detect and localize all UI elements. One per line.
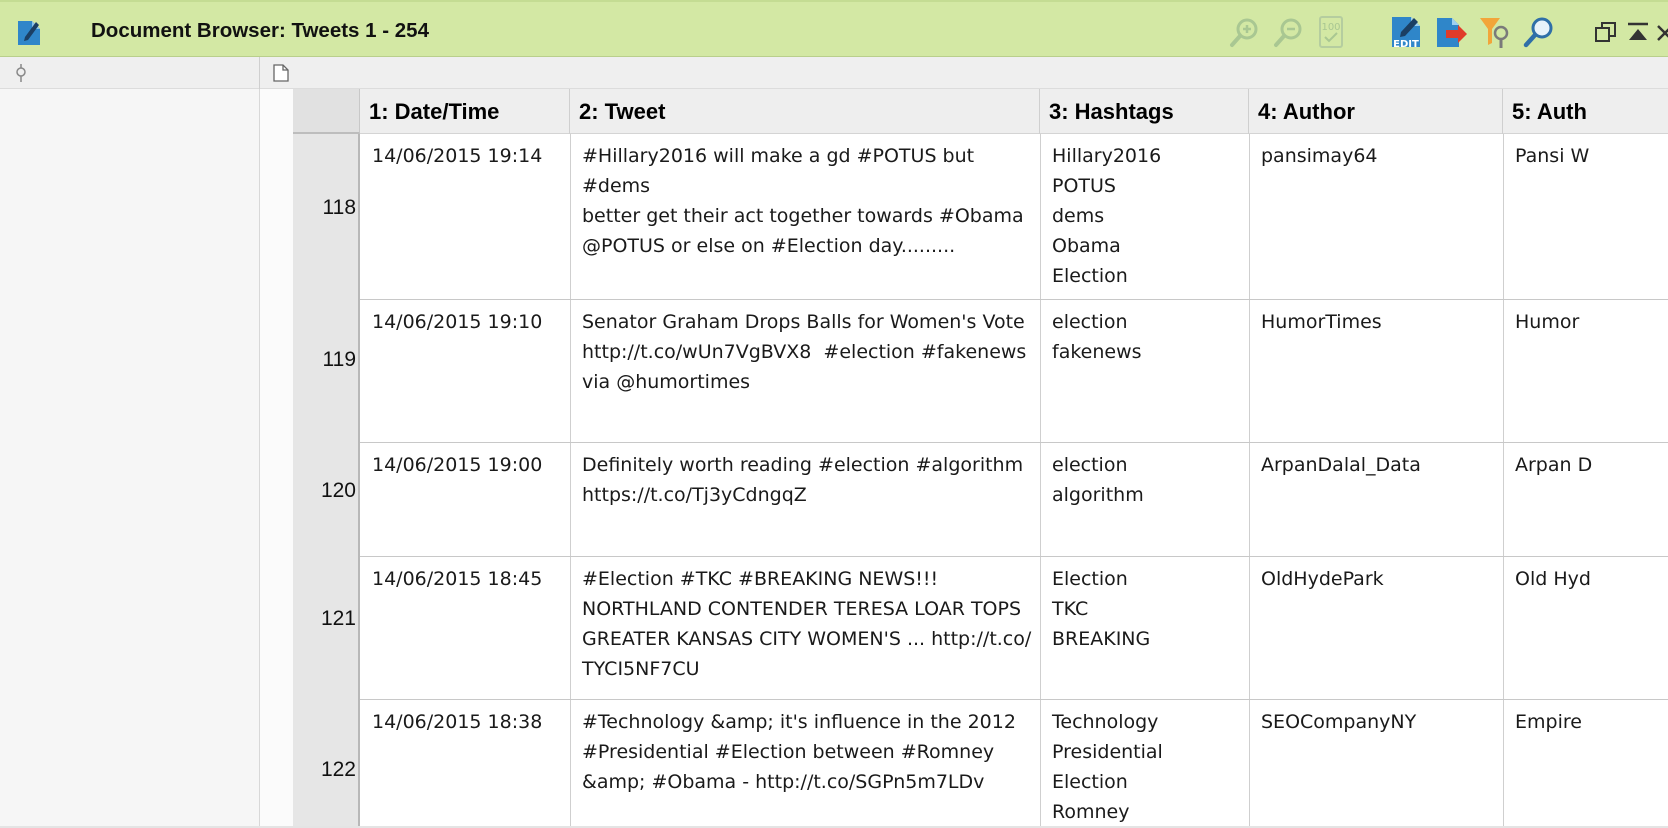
cell-author-text: ArpanDalal_Data [1261, 454, 1421, 476]
row-number[interactable]: 120 [293, 479, 358, 503]
cell-tweet-text: #Technology &amp; it's influence in the … [582, 711, 1016, 793]
collapse-icon[interactable] [1626, 20, 1650, 44]
window-title: Document Browser: Tweets 1 - 254 [91, 19, 429, 42]
table-cell-datetime[interactable]: 14/06/2015 18:45 [360, 557, 570, 699]
cell-author-text: SEOCompanyNY [1261, 711, 1417, 733]
navigator-strip [0, 57, 1668, 89]
table-cell-tweet[interactable]: Senator Graham Drops Balls for Women's V… [570, 300, 1040, 442]
hashtag: Election [1052, 771, 1128, 793]
hashtag: Obama [1052, 235, 1121, 257]
cell-datetime-text: 14/06/2015 19:14 [372, 145, 543, 167]
column-header-hashtags[interactable]: 3: Hashtags [1040, 89, 1249, 134]
close-icon[interactable] [1656, 20, 1668, 44]
cell-author-text: pansimay64 [1261, 145, 1378, 167]
column-header-author[interactable]: 4: Author [1249, 89, 1503, 134]
table-cell-author-name[interactable]: Arpan D [1503, 443, 1668, 556]
document-icon[interactable] [273, 64, 289, 82]
document-edit-icon [18, 21, 40, 45]
table-corner[interactable] [293, 89, 360, 134]
table-cell-author-name[interactable]: Empire [1503, 700, 1668, 828]
restore-window-icon[interactable] [1594, 20, 1618, 44]
search-icon[interactable] [1522, 15, 1556, 49]
cell-tweet-text: #Hillary2016 will make a gd #POTUS but #… [582, 145, 1024, 257]
column-header-author-name[interactable]: 5: Auth [1503, 89, 1668, 134]
cell-datetime-text: 14/06/2015 18:38 [372, 711, 543, 733]
cell-tweet-text: Definitely worth reading #election #algo… [582, 454, 1024, 506]
table-cell-tweet[interactable]: #Hillary2016 will make a gd #POTUS but #… [570, 134, 1040, 299]
hashtag: POTUS [1052, 175, 1116, 197]
zoom-out-icon[interactable] [1272, 15, 1306, 49]
table-cell-author-name[interactable]: Pansi W [1503, 134, 1668, 299]
hashtag: Romney [1052, 801, 1130, 823]
cell-author-text: OldHydePark [1261, 568, 1384, 590]
row-number[interactable]: 118 [293, 196, 358, 220]
cell-author-name-text: Humor [1515, 311, 1580, 333]
filter-panel [0, 89, 260, 828]
table-cell-datetime[interactable]: 14/06/2015 19:10 [360, 300, 570, 442]
hashtag: dems [1052, 205, 1105, 227]
export-icon[interactable] [1434, 15, 1468, 49]
zoom-in-icon[interactable] [1228, 15, 1262, 49]
column-header-date-time[interactable]: 1: Date/Time [360, 89, 570, 134]
table-cell-datetime[interactable]: 14/06/2015 19:00 [360, 443, 570, 556]
hashtag: algorithm [1052, 484, 1144, 506]
edit-label: EDIT [1393, 39, 1419, 50]
table-header-row: 1: Date/Time 2: Tweet 3: Hashtags 4: Aut… [360, 89, 1668, 134]
panel-gutter [260, 89, 293, 828]
row-number[interactable]: 119 [293, 348, 358, 372]
zoom-100-label: 100 [1321, 22, 1340, 33]
cell-author-name-text: Empire [1515, 711, 1582, 733]
hashtag: Election [1052, 568, 1128, 590]
hashtag: Presidential [1052, 741, 1163, 763]
table-cell-hashtags[interactable]: election fakenews [1040, 300, 1249, 442]
edit-icon[interactable]: EDIT [1389, 14, 1425, 50]
table-cell-hashtags[interactable]: Hillary2016 POTUS dems Obama Election [1040, 134, 1249, 299]
document-table: 1: Date/Time 2: Tweet 3: Hashtags 4: Aut… [293, 89, 1668, 828]
table-cell-hashtags[interactable]: Technology Presidential Election Romney [1040, 700, 1249, 828]
table-cell-datetime[interactable]: 14/06/2015 19:14 [360, 134, 570, 299]
table-cell-author[interactable]: HumorTimes [1249, 300, 1503, 442]
pin-icon[interactable] [12, 64, 30, 82]
cell-datetime-text: 14/06/2015 19:10 [372, 311, 543, 333]
hashtag: election [1052, 311, 1128, 333]
hashtag: Technology [1052, 711, 1159, 733]
table-cell-tweet[interactable]: Definitely worth reading #election #algo… [570, 443, 1040, 556]
hashtag: election [1052, 454, 1128, 476]
hashtag: Election [1052, 265, 1128, 287]
table-cell-tweet[interactable]: #Election #TKC #BREAKING NEWS!!! NORTHLA… [570, 557, 1040, 699]
column-header-tweet[interactable]: 2: Tweet [570, 89, 1040, 134]
cell-author-name-text: Old Hyd [1515, 568, 1591, 590]
table-cell-author[interactable]: OldHydePark [1249, 557, 1503, 699]
filter-icon[interactable] [1478, 15, 1512, 49]
hashtag: Hillary2016 [1052, 145, 1162, 167]
cell-datetime-text: 14/06/2015 18:45 [372, 568, 543, 590]
cell-author-name-text: Pansi W [1515, 145, 1590, 167]
table-cell-author-name[interactable]: Old Hyd [1503, 557, 1668, 699]
row-number[interactable]: 121 [293, 607, 358, 631]
table-cell-hashtags[interactable]: election algorithm [1040, 443, 1249, 556]
title-bar: Document Browser: Tweets 1 - 254 100 EDI… [0, 0, 1668, 57]
table-cell-hashtags[interactable]: Election TKC BREAKING [1040, 557, 1249, 699]
table-cell-author[interactable]: SEOCompanyNY [1249, 700, 1503, 828]
cell-tweet-text: Senator Graham Drops Balls for Women's V… [582, 311, 1027, 393]
hashtag: fakenews [1052, 341, 1142, 363]
row-number[interactable]: 122 [293, 758, 358, 782]
cell-tweet-text: #Election #TKC #BREAKING NEWS!!! NORTHLA… [582, 568, 1032, 680]
cell-author-text: HumorTimes [1261, 311, 1382, 333]
table-cell-tweet[interactable]: #Technology &amp; it's influence in the … [570, 700, 1040, 828]
cell-datetime-text: 14/06/2015 19:00 [372, 454, 543, 476]
filter-panel-header [0, 57, 260, 89]
hashtag: BREAKING [1052, 628, 1151, 650]
table-cell-author[interactable]: pansimay64 [1249, 134, 1503, 299]
zoom-100-icon[interactable]: 100 [1316, 15, 1350, 49]
table-cell-datetime[interactable]: 14/06/2015 18:38 [360, 700, 570, 828]
hashtag: TKC [1052, 598, 1089, 620]
table-cell-author-name[interactable]: Humor [1503, 300, 1668, 442]
cell-author-name-text: Arpan D [1515, 454, 1593, 476]
table-cell-author[interactable]: ArpanDalal_Data [1249, 443, 1503, 556]
